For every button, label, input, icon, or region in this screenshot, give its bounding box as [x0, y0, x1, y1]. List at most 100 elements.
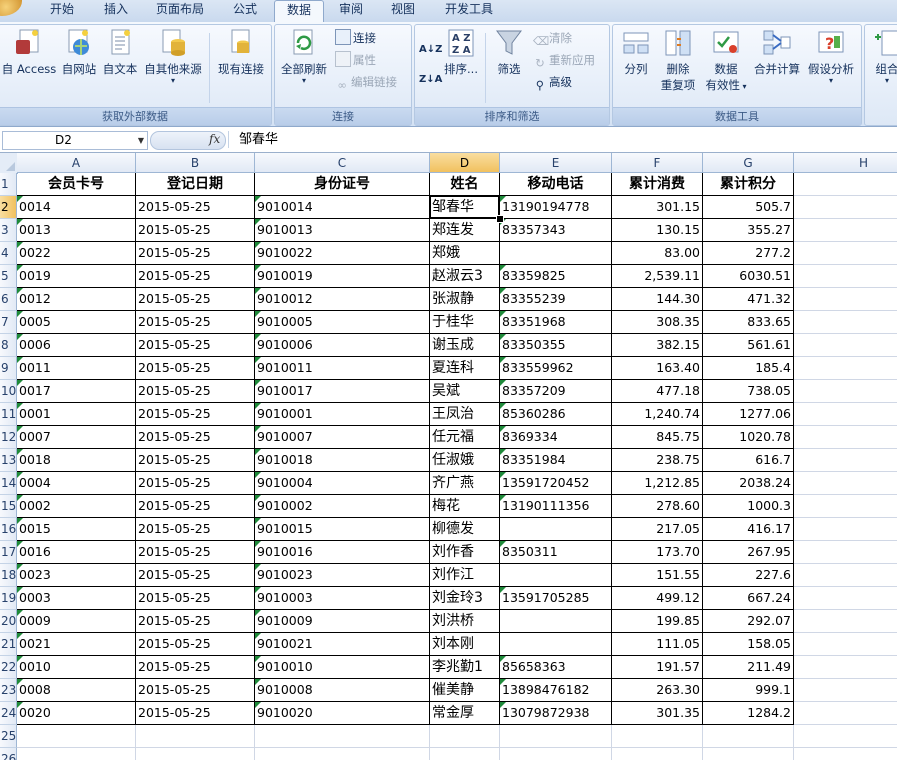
table-cell[interactable]: 0012 [17, 288, 136, 311]
select-all-button[interactable] [0, 153, 18, 174]
table-cell[interactable]: 0011 [17, 357, 136, 380]
table-cell[interactable]: 738.05 [703, 380, 794, 403]
table-header-cell[interactable]: 累计消费 [612, 173, 703, 196]
row-header[interactable]: 20 [0, 610, 17, 633]
table-cell[interactable]: 2038.24 [703, 472, 794, 495]
table-cell[interactable]: 667.24 [703, 587, 794, 610]
column-header-f[interactable]: F [612, 153, 703, 173]
table-cell[interactable] [500, 242, 612, 265]
empty-cell[interactable] [136, 748, 255, 760]
table-cell[interactable]: 355.27 [703, 219, 794, 242]
table-cell[interactable]: 163.40 [612, 357, 703, 380]
tab-home[interactable]: 开始 [38, 0, 86, 21]
table-cell[interactable]: 2015-05-25 [136, 449, 255, 472]
empty-cell[interactable] [794, 541, 897, 564]
refresh-all-button[interactable]: 全部刷新 ▾ [277, 27, 331, 85]
table-cell[interactable]: 278.60 [612, 495, 703, 518]
table-cell[interactable]: 9010020 [255, 702, 430, 725]
empty-cell[interactable] [794, 403, 897, 426]
table-cell[interactable]: 477.18 [612, 380, 703, 403]
table-cell[interactable]: 130.15 [612, 219, 703, 242]
table-cell[interactable]: 2015-05-25 [136, 656, 255, 679]
table-cell[interactable]: 9010002 [255, 495, 430, 518]
table-cell[interactable]: 0013 [17, 219, 136, 242]
row-header[interactable]: 22 [0, 656, 17, 679]
tab-page-layout[interactable]: 页面布局 [146, 0, 214, 21]
table-cell[interactable]: 85360286 [500, 403, 612, 426]
table-cell[interactable]: 83359825 [500, 265, 612, 288]
tab-formulas[interactable]: 公式 [222, 0, 268, 21]
table-cell[interactable]: 刘作香 [430, 541, 500, 564]
empty-cell[interactable] [794, 196, 897, 219]
table-cell[interactable]: 0010 [17, 656, 136, 679]
empty-cell[interactable] [794, 587, 897, 610]
table-cell[interactable]: 2015-05-25 [136, 265, 255, 288]
table-cell[interactable]: 13591720452 [500, 472, 612, 495]
row-header[interactable]: 24 [0, 702, 17, 725]
table-cell[interactable] [500, 633, 612, 656]
sort-button[interactable]: A Z Z A 排序... [443, 27, 479, 77]
table-cell[interactable]: 267.95 [703, 541, 794, 564]
table-cell[interactable]: 13190111356 [500, 495, 612, 518]
table-cell[interactable]: 0018 [17, 449, 136, 472]
table-cell[interactable]: 2015-05-25 [136, 702, 255, 725]
table-cell[interactable]: 185.4 [703, 357, 794, 380]
empty-cell[interactable] [794, 633, 897, 656]
table-cell[interactable]: 梅花 [430, 495, 500, 518]
table-cell[interactable]: 83350355 [500, 334, 612, 357]
table-cell[interactable]: 8350311 [500, 541, 612, 564]
table-cell[interactable]: 柳德发 [430, 518, 500, 541]
table-cell[interactable]: 0001 [17, 403, 136, 426]
table-cell[interactable]: 1284.2 [703, 702, 794, 725]
table-cell[interactable]: 151.55 [612, 564, 703, 587]
table-cell[interactable]: 833559962 [500, 357, 612, 380]
column-header-h[interactable]: H [794, 153, 897, 173]
empty-cell[interactable] [794, 748, 897, 760]
table-cell[interactable]: 0002 [17, 495, 136, 518]
table-cell[interactable]: 9010014 [255, 196, 430, 219]
table-cell[interactable]: 任元福 [430, 426, 500, 449]
empty-cell[interactable] [794, 725, 897, 748]
table-cell[interactable]: 9010019 [255, 265, 430, 288]
table-cell[interactable]: 2015-05-25 [136, 472, 255, 495]
row-header[interactable]: 7 [0, 311, 17, 334]
row-header[interactable]: 19 [0, 587, 17, 610]
table-cell[interactable]: 9010006 [255, 334, 430, 357]
row-header[interactable]: 25 [0, 725, 17, 748]
empty-cell[interactable] [794, 219, 897, 242]
table-cell[interactable]: 2015-05-25 [136, 610, 255, 633]
empty-cell[interactable] [612, 748, 703, 760]
table-header-cell[interactable]: 登记日期 [136, 173, 255, 196]
table-cell[interactable]: 9010005 [255, 311, 430, 334]
table-cell[interactable]: 郑连发 [430, 219, 500, 242]
table-cell[interactable]: 夏连科 [430, 357, 500, 380]
table-cell[interactable]: 9010017 [255, 380, 430, 403]
empty-cell[interactable] [794, 265, 897, 288]
empty-cell[interactable] [794, 380, 897, 403]
table-header-cell[interactable]: 累计积分 [703, 173, 794, 196]
empty-cell[interactable] [17, 725, 136, 748]
table-cell[interactable]: 2015-05-25 [136, 426, 255, 449]
table-cell[interactable]: 9010023 [255, 564, 430, 587]
table-cell[interactable]: 999.1 [703, 679, 794, 702]
table-cell[interactable]: 9010022 [255, 242, 430, 265]
row-header[interactable]: 5 [0, 265, 17, 288]
table-cell[interactable]: 2015-05-25 [136, 357, 255, 380]
table-cell[interactable]: 83355239 [500, 288, 612, 311]
table-cell[interactable]: 2015-05-25 [136, 679, 255, 702]
table-cell[interactable]: 499.12 [612, 587, 703, 610]
table-cell[interactable]: 471.32 [703, 288, 794, 311]
table-cell[interactable]: 833.65 [703, 311, 794, 334]
table-cell[interactable]: 2015-05-25 [136, 518, 255, 541]
empty-cell[interactable] [794, 334, 897, 357]
empty-cell[interactable] [136, 725, 255, 748]
table-cell[interactable]: 277.2 [703, 242, 794, 265]
edit-links-button[interactable]: ∞ 编辑链接 [335, 73, 397, 92]
table-cell[interactable]: 1,212.85 [612, 472, 703, 495]
table-cell[interactable]: 9010015 [255, 518, 430, 541]
table-cell[interactable]: 邹春华 [430, 196, 500, 219]
table-cell[interactable]: 9010004 [255, 472, 430, 495]
table-cell[interactable]: 83357343 [500, 219, 612, 242]
clear-filter-button[interactable]: ⌫清除 [533, 29, 572, 48]
table-cell[interactable]: 13190194778 [500, 196, 612, 219]
